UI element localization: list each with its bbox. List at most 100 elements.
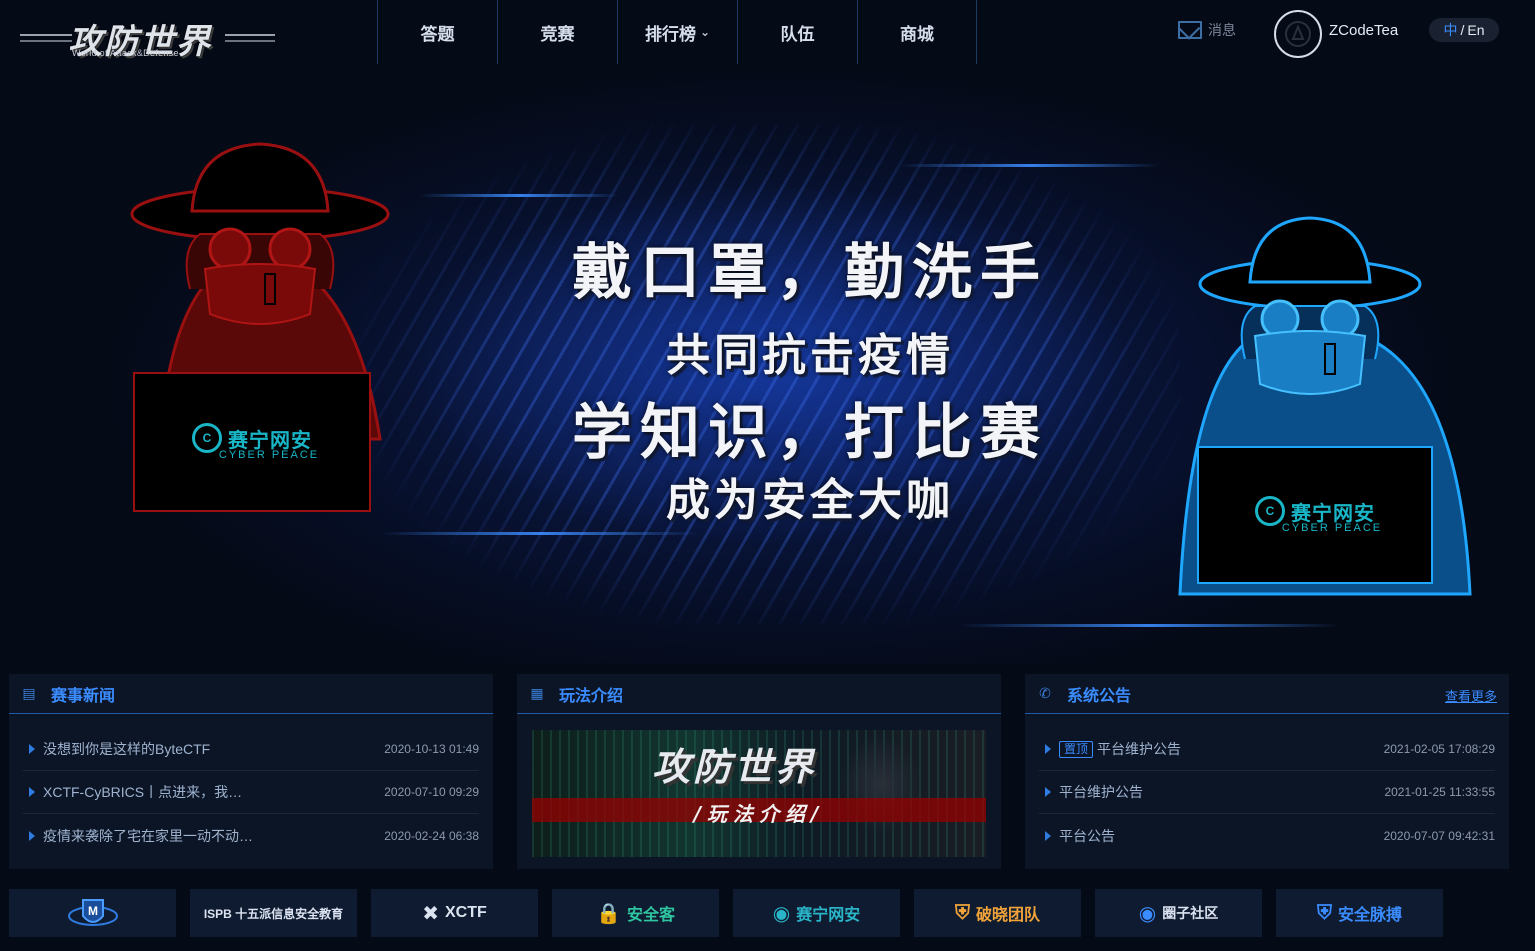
shield-m-icon: M bbox=[67, 899, 118, 926]
news-item-date: 2020-07-10 09:29 bbox=[384, 785, 479, 799]
logo-subtitle: World of Attack&Defense bbox=[72, 48, 179, 58]
announcements-list: 置顶 平台维护公告 2021-02-05 17:08:29 平台维护公告 202… bbox=[1025, 714, 1509, 857]
logo-wing-left bbox=[20, 34, 72, 42]
banner-slogan-3: 学知识，打比赛 bbox=[572, 398, 1048, 468]
logo-wing-right bbox=[225, 34, 275, 42]
lang-separator: / bbox=[1460, 22, 1465, 38]
chat-bubble-icon: ✆ bbox=[1039, 685, 1051, 701]
announcement-title[interactable]: 平台公告 bbox=[1059, 826, 1115, 846]
guide-panel-header: ▦ 玩法介绍 bbox=[517, 674, 1001, 714]
svg-text:M: M bbox=[88, 904, 98, 918]
top-header: 攻防世界 World of Attack&Defense 答题 竞赛 排行榜 ⌄ … bbox=[0, 0, 1535, 64]
guide-panel: ▦ 玩法介绍 攻防世界 /玩法介绍/ bbox=[517, 674, 1001, 869]
news-panel: ▤ 赛事新闻 没想到你是这样的ByteCTF 2020-10-13 01:49 … bbox=[9, 674, 493, 869]
light-streak bbox=[900, 164, 1160, 167]
chevron-down-icon: ⌄ bbox=[699, 25, 711, 39]
triangle-right-icon bbox=[29, 830, 35, 841]
user-avatar-icon bbox=[1285, 21, 1311, 47]
announcement-item[interactable]: 平台公告 2020-07-07 09:42:31 bbox=[1039, 814, 1495, 857]
nav-item-teams[interactable]: 队伍 bbox=[737, 0, 857, 64]
news-panel-header: ▤ 赛事新闻 bbox=[9, 674, 493, 714]
triangle-right-icon bbox=[1045, 787, 1051, 797]
partner-logo[interactable]: ISPB 十五派信息安全教育 bbox=[190, 889, 357, 937]
nav-item-shop[interactable]: 商城 bbox=[857, 0, 977, 64]
partner-logo[interactable]: M bbox=[9, 889, 176, 937]
partner-name: 安全脉搏 bbox=[1337, 907, 1402, 924]
shield-icon: ⛨ bbox=[954, 901, 970, 924]
partner-logo[interactable]: ◉ 圈子社区 bbox=[1095, 889, 1262, 937]
news-item[interactable]: 疫情来袭除了宅在家里一动不动… 2020-02-24 06:38 bbox=[23, 814, 479, 857]
pulse-shield-icon: ⛨ bbox=[1316, 901, 1332, 924]
triangle-right-icon bbox=[1045, 830, 1051, 841]
announcement-date: 2020-07-07 09:42:31 bbox=[1383, 828, 1495, 843]
laptop-left: C 赛宁网安 CYBER PEACE bbox=[133, 372, 371, 512]
partner-name: 破晓团队 bbox=[975, 907, 1040, 924]
laptop-right: C 赛宁网安 CYBER PEACE bbox=[1197, 446, 1433, 584]
news-item-date: 2020-10-13 01:49 bbox=[384, 742, 479, 756]
announcement-title[interactable]: 平台维护公告 bbox=[1097, 739, 1181, 759]
view-more-link[interactable]: 查看更多 bbox=[1445, 686, 1497, 705]
lang-zh-option[interactable]: 中 bbox=[1443, 20, 1457, 40]
light-streak bbox=[960, 624, 1340, 627]
news-item-title[interactable]: 没想到你是这样的ByteCTF bbox=[43, 739, 210, 759]
cyberpeace-icon: ◉ bbox=[772, 902, 791, 925]
news-item[interactable]: XCTF-CyBRICS丨点进来，我… 2020-07-10 09:29 bbox=[23, 771, 479, 814]
nav-label: 竞赛 bbox=[540, 24, 575, 44]
pinned-badge: 置顶 bbox=[1059, 740, 1094, 758]
news-item-date: 2020-02-24 06:38 bbox=[384, 828, 479, 843]
partner-logo[interactable]: ◉ 赛宁网安 bbox=[733, 889, 900, 937]
partner-logo[interactable]: ⛨ 安全脉搏 bbox=[1276, 889, 1443, 937]
partner-name: XCTF bbox=[444, 904, 487, 921]
partner-name: 圈子社区 bbox=[1162, 905, 1219, 921]
news-item-title[interactable]: 疫情来袭除了宅在家里一动不动… bbox=[43, 826, 253, 846]
nav-item-competitions[interactable]: 竞赛 bbox=[497, 0, 617, 64]
hero-banner[interactable]: C 赛宁网安 CYBER PEACE C 赛宁网安 CYBER PEACE 戴口… bbox=[0, 64, 1535, 664]
language-switch[interactable]: 中 / En bbox=[1429, 18, 1499, 42]
document-icon: ▤ bbox=[22, 685, 36, 701]
partner-name: ISPB 十五派信息安全教育 bbox=[203, 906, 344, 921]
banner-slogan-1: 戴口罩，勤洗手 bbox=[572, 238, 1048, 308]
banner-slogan-4: 成为安全大咖 bbox=[666, 475, 954, 526]
messages-label: 消息 bbox=[1208, 22, 1236, 38]
nav-item-questions[interactable]: 答题 bbox=[377, 0, 497, 64]
site-logo[interactable]: 攻防世界 World of Attack&Defense bbox=[20, 10, 275, 66]
news-panel-title: 赛事新闻 bbox=[51, 687, 116, 705]
news-list: 没想到你是这样的ByteCTF 2020-10-13 01:49 XCTF-Cy… bbox=[9, 714, 493, 857]
lock-icon: 🔒 bbox=[596, 902, 621, 925]
envelope-icon bbox=[1178, 21, 1202, 39]
partner-logo[interactable]: ✖ XCTF bbox=[371, 889, 538, 937]
grid-icon: ▦ bbox=[530, 685, 544, 701]
announcement-date: 2021-01-25 11:33:55 bbox=[1384, 785, 1495, 799]
triangle-right-icon bbox=[1045, 744, 1051, 754]
hooded-figure-image bbox=[816, 730, 946, 857]
nav-item-leaderboard[interactable]: 排行榜 ⌄ bbox=[617, 0, 737, 64]
triangle-right-icon bbox=[29, 744, 35, 754]
circle-icon: ◉ bbox=[1138, 902, 1157, 925]
nav-label: 答题 bbox=[420, 24, 455, 44]
guide-image-subtitle: /玩法介绍/ bbox=[693, 802, 825, 826]
cyberpeace-icon: C bbox=[192, 423, 222, 453]
guide-image[interactable]: 攻防世界 /玩法介绍/ bbox=[532, 730, 986, 857]
guide-panel-title: 玩法介绍 bbox=[559, 687, 624, 705]
avatar[interactable] bbox=[1274, 10, 1322, 58]
announcements-panel: ✆ 系统公告 查看更多 置顶 平台维护公告 2021-02-05 17:08:2… bbox=[1025, 674, 1509, 869]
announcement-item[interactable]: 平台维护公告 2021-01-25 11:33:55 bbox=[1039, 771, 1495, 814]
nav-label: 排行榜 bbox=[644, 24, 696, 44]
messages-link[interactable]: 消息 bbox=[1178, 20, 1236, 40]
announcements-panel-title: 系统公告 bbox=[1067, 687, 1132, 705]
partner-logo[interactable]: ⛨ 破晓团队 bbox=[914, 889, 1081, 937]
guide-image-logo: 攻防世界 bbox=[652, 745, 817, 789]
triangle-right-icon bbox=[29, 787, 35, 797]
cyberpeace-icon: C bbox=[1255, 496, 1285, 526]
announcement-item[interactable]: 置顶 平台维护公告 2021-02-05 17:08:29 bbox=[1039, 728, 1495, 771]
news-item[interactable]: 没想到你是这样的ByteCTF 2020-10-13 01:49 bbox=[23, 728, 479, 771]
light-streak bbox=[420, 194, 620, 197]
announcement-title[interactable]: 平台维护公告 bbox=[1059, 782, 1143, 802]
lang-en-option[interactable]: En bbox=[1467, 22, 1484, 38]
x-icon: ✖ bbox=[422, 902, 439, 925]
partner-logo[interactable]: 🔒 安全客 bbox=[552, 889, 719, 937]
partner-logos: M ISPB 十五派信息安全教育 ✖ XCTF 🔒 安全客 ◉ 赛宁网安 ⛨ 破… bbox=[9, 889, 1509, 937]
news-item-title[interactable]: XCTF-CyBRICS丨点进来，我… bbox=[43, 782, 242, 802]
username[interactable]: ZCodeTea bbox=[1329, 22, 1398, 39]
main-nav: 答题 竞赛 排行榜 ⌄ 队伍 商城 bbox=[377, 0, 977, 64]
